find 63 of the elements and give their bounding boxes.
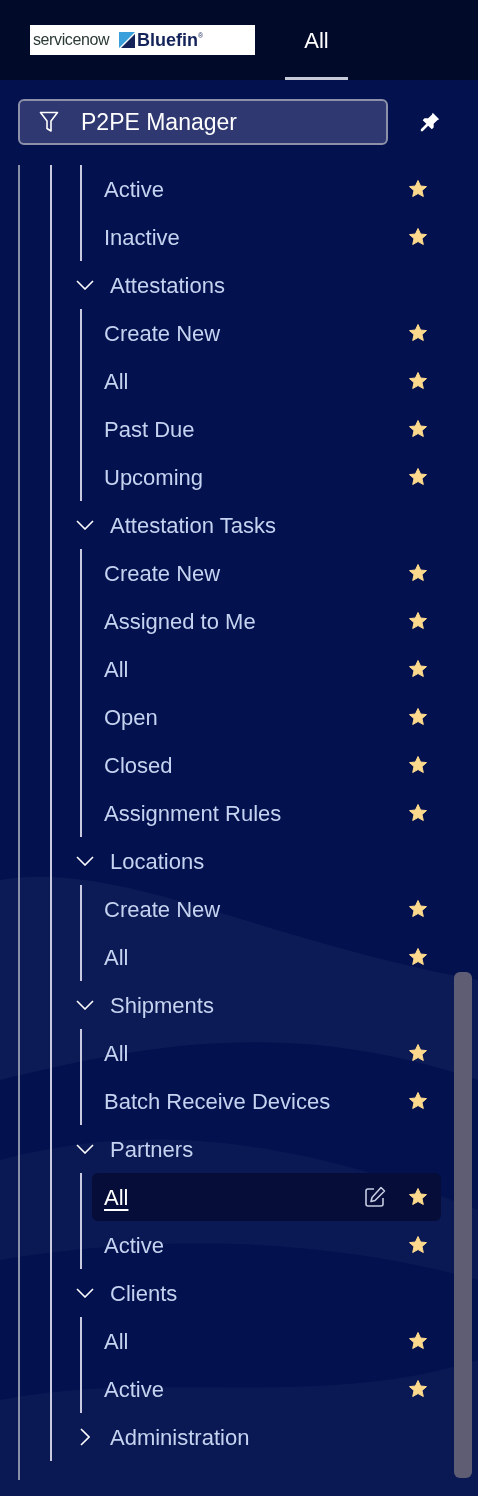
edit-icon[interactable] xyxy=(364,1186,386,1208)
menu-section-header[interactable]: Clients xyxy=(52,1269,448,1317)
favorite-star-icon[interactable] xyxy=(408,755,428,775)
menu-item[interactable]: Assigned to Me xyxy=(92,597,441,645)
menu-item[interactable]: Create New xyxy=(92,885,441,933)
menu-item[interactable]: Batch Receive Devices xyxy=(92,1077,441,1125)
logo-text: Bluefin xyxy=(137,28,199,52)
favorite-star-icon[interactable] xyxy=(408,1235,428,1255)
menu-item[interactable]: Active xyxy=(92,1365,441,1413)
menu-section-header[interactable]: Locations xyxy=(52,837,448,885)
favorite-star-icon[interactable] xyxy=(408,563,428,583)
chevron-down-icon xyxy=(76,280,94,290)
favorite-star-icon[interactable] xyxy=(408,611,428,631)
favorite-star-icon[interactable] xyxy=(408,659,428,679)
favorite-star-icon[interactable] xyxy=(408,1043,428,1063)
favorite-star-icon[interactable] xyxy=(408,1331,428,1351)
chevron-right-icon xyxy=(80,1428,90,1446)
menu-item[interactable]: Inactive xyxy=(92,213,441,261)
menu-item[interactable]: All xyxy=(92,1173,441,1221)
chevron-down-icon xyxy=(76,1144,94,1154)
menu-item[interactable]: All xyxy=(92,1317,441,1365)
pin-icon[interactable] xyxy=(419,111,441,133)
menu-section-header[interactable]: Administration xyxy=(52,1413,448,1461)
favorite-star-icon[interactable] xyxy=(408,323,428,343)
chevron-down-icon xyxy=(76,856,94,866)
menu-section-header[interactable]: Shipments xyxy=(52,981,448,1029)
menu-item[interactable]: Create New xyxy=(92,549,441,597)
menu-section-header[interactable]: Partners xyxy=(52,1125,448,1173)
favorite-star-icon[interactable] xyxy=(408,179,428,199)
menu-item[interactable]: Active xyxy=(92,1221,441,1269)
favorite-star-icon[interactable] xyxy=(408,1187,428,1207)
menu-item[interactable]: Closed xyxy=(92,741,441,789)
menu-item[interactable]: Past Due xyxy=(92,405,441,453)
menu-item[interactable]: Upcoming xyxy=(92,453,441,501)
logo-text: servicenow xyxy=(33,30,110,50)
scrollbar-thumb[interactable] xyxy=(454,972,472,1478)
menu-item[interactable]: All xyxy=(92,1029,441,1077)
menu-section-header[interactable]: Attestations xyxy=(52,261,448,309)
chevron-down-icon xyxy=(76,1288,94,1298)
favorite-star-icon[interactable] xyxy=(408,803,428,823)
menu-item[interactable]: All xyxy=(92,933,441,981)
favorite-star-icon[interactable] xyxy=(408,419,428,439)
chevron-down-icon xyxy=(76,520,94,530)
favorite-star-icon[interactable] xyxy=(408,899,428,919)
menu-item[interactable]: Open xyxy=(92,693,441,741)
favorite-star-icon[interactable] xyxy=(408,1379,428,1399)
favorite-star-icon[interactable] xyxy=(408,227,428,247)
menu-item[interactable]: Assignment Rules xyxy=(92,789,441,837)
menu-item[interactable]: Create New xyxy=(92,309,441,357)
favorite-star-icon[interactable] xyxy=(408,1091,428,1111)
menu-item[interactable]: All xyxy=(92,645,441,693)
favorite-star-icon[interactable] xyxy=(408,371,428,391)
filter-field[interactable]: P2PE Manager xyxy=(18,99,388,145)
logo-mark-icon xyxy=(119,32,136,48)
menu-item[interactable]: Active xyxy=(92,165,441,213)
nav-tab[interactable]: All xyxy=(285,0,348,80)
favorite-star-icon[interactable] xyxy=(408,947,428,967)
menu-section-header[interactable]: Attestation Tasks xyxy=(52,501,448,549)
filter-icon xyxy=(39,111,59,133)
chevron-down-icon xyxy=(76,1000,94,1010)
menu-item[interactable]: All xyxy=(92,357,441,405)
favorite-star-icon[interactable] xyxy=(408,467,428,487)
favorite-star-icon[interactable] xyxy=(408,707,428,727)
